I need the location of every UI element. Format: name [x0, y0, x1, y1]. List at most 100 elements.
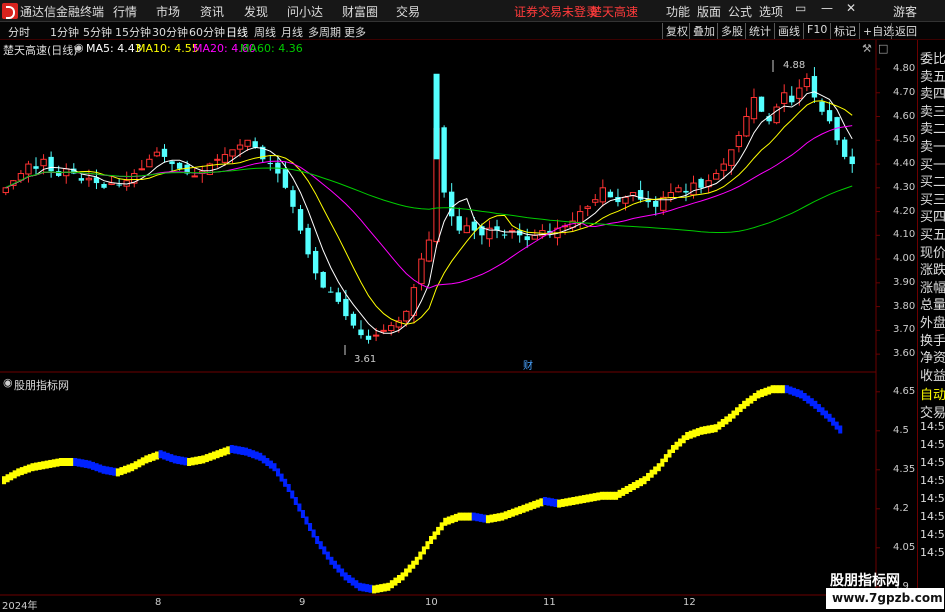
main-y-tick: 3.70 [893, 324, 916, 336]
side-panel-label: 涨幅 [920, 280, 945, 296]
candle[interactable] [698, 177, 704, 194]
candle[interactable] [486, 220, 493, 247]
candle[interactable] [48, 151, 54, 178]
indicator-falling-block [80, 459, 85, 468]
candle[interactable] [637, 180, 644, 203]
candle[interactable] [335, 287, 341, 305]
candle[interactable] [448, 183, 455, 226]
indicator-falling-block [827, 413, 832, 422]
candle[interactable] [358, 320, 364, 339]
candle[interactable] [735, 131, 743, 153]
candle[interactable] [260, 144, 266, 163]
candle[interactable] [841, 137, 848, 160]
chart-area[interactable]: 4.88 3.61 财 [0, 0, 945, 609]
candle[interactable] [811, 67, 818, 103]
candle[interactable] [138, 159, 145, 171]
candle[interactable] [290, 185, 296, 214]
candle[interactable] [305, 223, 311, 258]
candle[interactable] [425, 231, 433, 263]
main-y-tick: 4.70 [893, 86, 916, 98]
candle[interactable] [161, 144, 168, 163]
candle[interactable] [328, 286, 334, 293]
indicator-rising-block [770, 385, 775, 394]
candle[interactable] [758, 96, 765, 113]
candle[interactable] [660, 191, 667, 215]
candle[interactable] [675, 184, 682, 193]
candle[interactable] [494, 219, 500, 239]
candle[interactable] [365, 329, 372, 344]
candle[interactable] [25, 160, 32, 183]
candle[interactable] [471, 217, 478, 240]
indicator-rising-block [685, 432, 690, 440]
candle[interactable] [508, 227, 516, 239]
candle[interactable] [85, 169, 93, 187]
indicator-rising-block [610, 491, 615, 500]
candle[interactable] [312, 246, 319, 280]
candle[interactable] [78, 174, 85, 184]
candle[interactable] [214, 154, 221, 168]
indicator-falling-block [838, 425, 843, 434]
candle[interactable] [282, 161, 289, 190]
candle[interactable] [456, 207, 462, 235]
candle[interactable] [146, 154, 153, 168]
candle[interactable] [599, 179, 607, 207]
candle[interactable] [123, 171, 130, 191]
candle[interactable] [789, 86, 795, 106]
candle[interactable] [803, 73, 811, 92]
side-panel-label: 卖一 [920, 140, 945, 155]
indicator-falling-block [795, 389, 800, 398]
candle[interactable] [2, 187, 9, 196]
candle[interactable] [849, 148, 855, 173]
side-panel-label: 卖四 [920, 87, 945, 103]
candle[interactable] [463, 217, 470, 234]
candle[interactable] [501, 229, 508, 239]
low-marker-label: 3.61 [354, 354, 376, 365]
indicator-falling-block [254, 451, 259, 460]
indicator-rising-block [436, 526, 441, 535]
candle[interactable] [169, 160, 175, 172]
candle[interactable] [350, 311, 357, 329]
candle[interactable] [131, 169, 138, 188]
candle[interactable] [750, 88, 758, 124]
candle[interactable] [320, 271, 326, 289]
indicator-falling-block [340, 568, 345, 577]
x-tick-11: 11 [543, 597, 556, 608]
indicator-falling-block [357, 582, 362, 591]
finance-event-marker[interactable]: 财 [523, 359, 533, 372]
indicator-rising-block [55, 458, 60, 467]
candle[interactable] [629, 192, 637, 202]
candle[interactable] [743, 107, 750, 138]
indicator-falling-block [834, 421, 839, 430]
candle[interactable] [101, 182, 107, 190]
indicator-rising-block [190, 457, 195, 466]
candle[interactable] [33, 157, 39, 175]
candle[interactable] [683, 183, 689, 202]
candle[interactable] [441, 125, 447, 198]
candle[interactable] [826, 101, 833, 124]
candle[interactable] [592, 194, 599, 207]
candle[interactable] [713, 169, 720, 180]
candle[interactable] [705, 174, 712, 194]
candle[interactable] [153, 147, 161, 158]
candle[interactable] [615, 188, 621, 207]
candle[interactable] [584, 205, 591, 217]
indicator-rising-block [411, 560, 416, 569]
candle[interactable] [834, 116, 840, 145]
candle[interactable] [199, 165, 206, 183]
candle-spike[interactable] [433, 73, 440, 160]
indicator-rising-block [155, 451, 160, 460]
candle[interactable] [773, 103, 780, 125]
candle[interactable] [531, 229, 538, 240]
indicator-rising-block [738, 404, 743, 413]
indicator-falling-block [304, 516, 309, 525]
candle[interactable] [63, 163, 70, 184]
candle[interactable] [206, 162, 214, 176]
indicator-falling-block [784, 385, 789, 394]
indicator-rising-block [731, 410, 736, 419]
candle[interactable] [547, 223, 553, 238]
candle[interactable] [781, 84, 788, 113]
candle[interactable] [297, 204, 304, 234]
candle[interactable] [607, 189, 614, 198]
indicator-rising-block [446, 516, 451, 525]
indicator-rising-block [699, 426, 704, 435]
